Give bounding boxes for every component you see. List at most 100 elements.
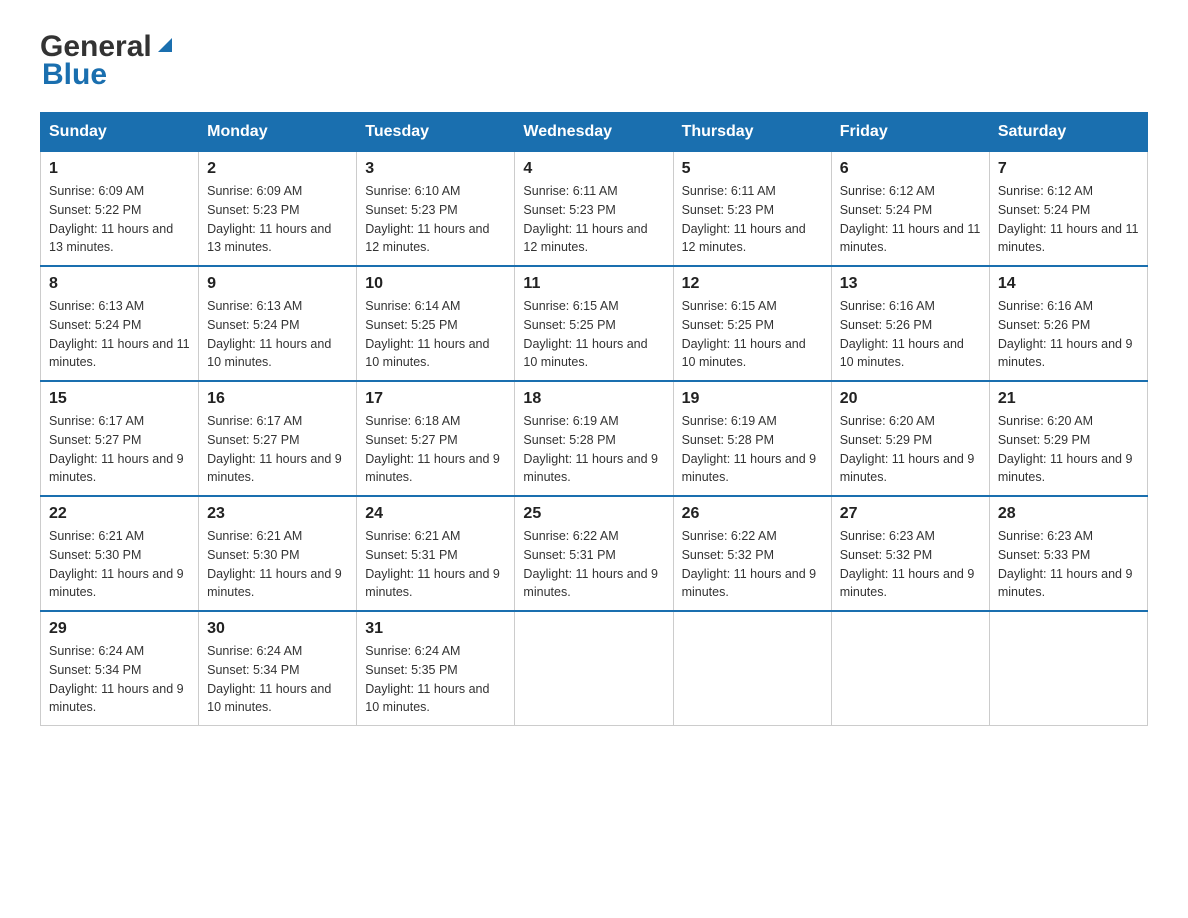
day-number: 9 [207, 275, 348, 293]
day-number: 29 [49, 620, 190, 638]
day-info: Sunrise: 6:15 AMSunset: 5:25 PMDaylight:… [523, 299, 647, 369]
day-number: 16 [207, 390, 348, 408]
calendar-cell: 24 Sunrise: 6:21 AMSunset: 5:31 PMDaylig… [357, 496, 515, 611]
calendar-cell [989, 611, 1147, 726]
day-number: 6 [840, 160, 981, 178]
day-number: 12 [682, 275, 823, 293]
calendar-week-row: 22 Sunrise: 6:21 AMSunset: 5:30 PMDaylig… [41, 496, 1148, 611]
day-info: Sunrise: 6:23 AMSunset: 5:33 PMDaylight:… [998, 529, 1133, 599]
day-info: Sunrise: 6:11 AMSunset: 5:23 PMDaylight:… [682, 184, 806, 254]
calendar-cell: 9 Sunrise: 6:13 AMSunset: 5:24 PMDayligh… [199, 266, 357, 381]
logo-triangle-icon [154, 34, 176, 56]
calendar-cell: 7 Sunrise: 6:12 AMSunset: 5:24 PMDayligh… [989, 152, 1147, 267]
day-number: 18 [523, 390, 664, 408]
day-number: 20 [840, 390, 981, 408]
day-number: 14 [998, 275, 1139, 293]
calendar-cell: 2 Sunrise: 6:09 AMSunset: 5:23 PMDayligh… [199, 152, 357, 267]
day-number: 13 [840, 275, 981, 293]
day-number: 27 [840, 505, 981, 523]
logo: General Blue [40, 30, 176, 92]
calendar-cell: 3 Sunrise: 6:10 AMSunset: 5:23 PMDayligh… [357, 152, 515, 267]
calendar-cell: 18 Sunrise: 6:19 AMSunset: 5:28 PMDaylig… [515, 381, 673, 496]
calendar-cell: 6 Sunrise: 6:12 AMSunset: 5:24 PMDayligh… [831, 152, 989, 267]
day-number: 21 [998, 390, 1139, 408]
weekday-header-row: SundayMondayTuesdayWednesdayThursdayFrid… [41, 113, 1148, 152]
calendar-cell: 26 Sunrise: 6:22 AMSunset: 5:32 PMDaylig… [673, 496, 831, 611]
weekday-header-tuesday: Tuesday [357, 113, 515, 152]
calendar-week-row: 1 Sunrise: 6:09 AMSunset: 5:22 PMDayligh… [41, 152, 1148, 267]
calendar-cell: 29 Sunrise: 6:24 AMSunset: 5:34 PMDaylig… [41, 611, 199, 726]
calendar-week-row: 15 Sunrise: 6:17 AMSunset: 5:27 PMDaylig… [41, 381, 1148, 496]
day-number: 5 [682, 160, 823, 178]
day-number: 3 [365, 160, 506, 178]
calendar-cell: 21 Sunrise: 6:20 AMSunset: 5:29 PMDaylig… [989, 381, 1147, 496]
day-info: Sunrise: 6:13 AMSunset: 5:24 PMDaylight:… [207, 299, 331, 369]
calendar-cell: 17 Sunrise: 6:18 AMSunset: 5:27 PMDaylig… [357, 381, 515, 496]
day-number: 2 [207, 160, 348, 178]
day-info: Sunrise: 6:21 AMSunset: 5:30 PMDaylight:… [207, 529, 342, 599]
day-info: Sunrise: 6:09 AMSunset: 5:23 PMDaylight:… [207, 184, 331, 254]
day-info: Sunrise: 6:21 AMSunset: 5:31 PMDaylight:… [365, 529, 500, 599]
calendar-table: SundayMondayTuesdayWednesdayThursdayFrid… [40, 112, 1148, 726]
day-info: Sunrise: 6:22 AMSunset: 5:32 PMDaylight:… [682, 529, 817, 599]
calendar-week-row: 8 Sunrise: 6:13 AMSunset: 5:24 PMDayligh… [41, 266, 1148, 381]
calendar-cell [515, 611, 673, 726]
day-number: 1 [49, 160, 190, 178]
calendar-cell: 25 Sunrise: 6:22 AMSunset: 5:31 PMDaylig… [515, 496, 673, 611]
calendar-cell: 1 Sunrise: 6:09 AMSunset: 5:22 PMDayligh… [41, 152, 199, 267]
calendar-cell: 12 Sunrise: 6:15 AMSunset: 5:25 PMDaylig… [673, 266, 831, 381]
page-header: General Blue [40, 30, 1148, 92]
day-info: Sunrise: 6:19 AMSunset: 5:28 PMDaylight:… [523, 414, 658, 484]
day-info: Sunrise: 6:23 AMSunset: 5:32 PMDaylight:… [840, 529, 975, 599]
day-info: Sunrise: 6:10 AMSunset: 5:23 PMDaylight:… [365, 184, 489, 254]
calendar-cell: 30 Sunrise: 6:24 AMSunset: 5:34 PMDaylig… [199, 611, 357, 726]
day-info: Sunrise: 6:12 AMSunset: 5:24 PMDaylight:… [840, 184, 981, 254]
day-info: Sunrise: 6:16 AMSunset: 5:26 PMDaylight:… [998, 299, 1133, 369]
calendar-cell: 16 Sunrise: 6:17 AMSunset: 5:27 PMDaylig… [199, 381, 357, 496]
day-number: 25 [523, 505, 664, 523]
day-number: 11 [523, 275, 664, 293]
day-number: 10 [365, 275, 506, 293]
logo-blue: Blue [42, 58, 107, 92]
day-info: Sunrise: 6:24 AMSunset: 5:34 PMDaylight:… [49, 644, 184, 714]
day-info: Sunrise: 6:12 AMSunset: 5:24 PMDaylight:… [998, 184, 1139, 254]
day-info: Sunrise: 6:20 AMSunset: 5:29 PMDaylight:… [998, 414, 1133, 484]
calendar-cell: 10 Sunrise: 6:14 AMSunset: 5:25 PMDaylig… [357, 266, 515, 381]
day-number: 15 [49, 390, 190, 408]
calendar-cell: 13 Sunrise: 6:16 AMSunset: 5:26 PMDaylig… [831, 266, 989, 381]
calendar-cell: 14 Sunrise: 6:16 AMSunset: 5:26 PMDaylig… [989, 266, 1147, 381]
calendar-cell: 8 Sunrise: 6:13 AMSunset: 5:24 PMDayligh… [41, 266, 199, 381]
day-number: 28 [998, 505, 1139, 523]
day-info: Sunrise: 6:21 AMSunset: 5:30 PMDaylight:… [49, 529, 184, 599]
weekday-header-thursday: Thursday [673, 113, 831, 152]
calendar-cell: 27 Sunrise: 6:23 AMSunset: 5:32 PMDaylig… [831, 496, 989, 611]
day-number: 19 [682, 390, 823, 408]
calendar-week-row: 29 Sunrise: 6:24 AMSunset: 5:34 PMDaylig… [41, 611, 1148, 726]
weekday-header-monday: Monday [199, 113, 357, 152]
day-info: Sunrise: 6:09 AMSunset: 5:22 PMDaylight:… [49, 184, 173, 254]
calendar-cell: 23 Sunrise: 6:21 AMSunset: 5:30 PMDaylig… [199, 496, 357, 611]
calendar-cell [673, 611, 831, 726]
day-info: Sunrise: 6:20 AMSunset: 5:29 PMDaylight:… [840, 414, 975, 484]
day-number: 4 [523, 160, 664, 178]
calendar-cell: 5 Sunrise: 6:11 AMSunset: 5:23 PMDayligh… [673, 152, 831, 267]
day-info: Sunrise: 6:18 AMSunset: 5:27 PMDaylight:… [365, 414, 500, 484]
calendar-cell: 15 Sunrise: 6:17 AMSunset: 5:27 PMDaylig… [41, 381, 199, 496]
day-info: Sunrise: 6:11 AMSunset: 5:23 PMDaylight:… [523, 184, 647, 254]
day-info: Sunrise: 6:14 AMSunset: 5:25 PMDaylight:… [365, 299, 489, 369]
calendar-cell: 22 Sunrise: 6:21 AMSunset: 5:30 PMDaylig… [41, 496, 199, 611]
weekday-header-wednesday: Wednesday [515, 113, 673, 152]
calendar-cell: 19 Sunrise: 6:19 AMSunset: 5:28 PMDaylig… [673, 381, 831, 496]
day-info: Sunrise: 6:22 AMSunset: 5:31 PMDaylight:… [523, 529, 658, 599]
weekday-header-saturday: Saturday [989, 113, 1147, 152]
day-number: 22 [49, 505, 190, 523]
day-number: 30 [207, 620, 348, 638]
day-number: 24 [365, 505, 506, 523]
calendar-cell: 11 Sunrise: 6:15 AMSunset: 5:25 PMDaylig… [515, 266, 673, 381]
day-info: Sunrise: 6:17 AMSunset: 5:27 PMDaylight:… [207, 414, 342, 484]
day-info: Sunrise: 6:24 AMSunset: 5:34 PMDaylight:… [207, 644, 331, 714]
day-number: 17 [365, 390, 506, 408]
weekday-header-sunday: Sunday [41, 113, 199, 152]
calendar-cell: 31 Sunrise: 6:24 AMSunset: 5:35 PMDaylig… [357, 611, 515, 726]
day-info: Sunrise: 6:19 AMSunset: 5:28 PMDaylight:… [682, 414, 817, 484]
